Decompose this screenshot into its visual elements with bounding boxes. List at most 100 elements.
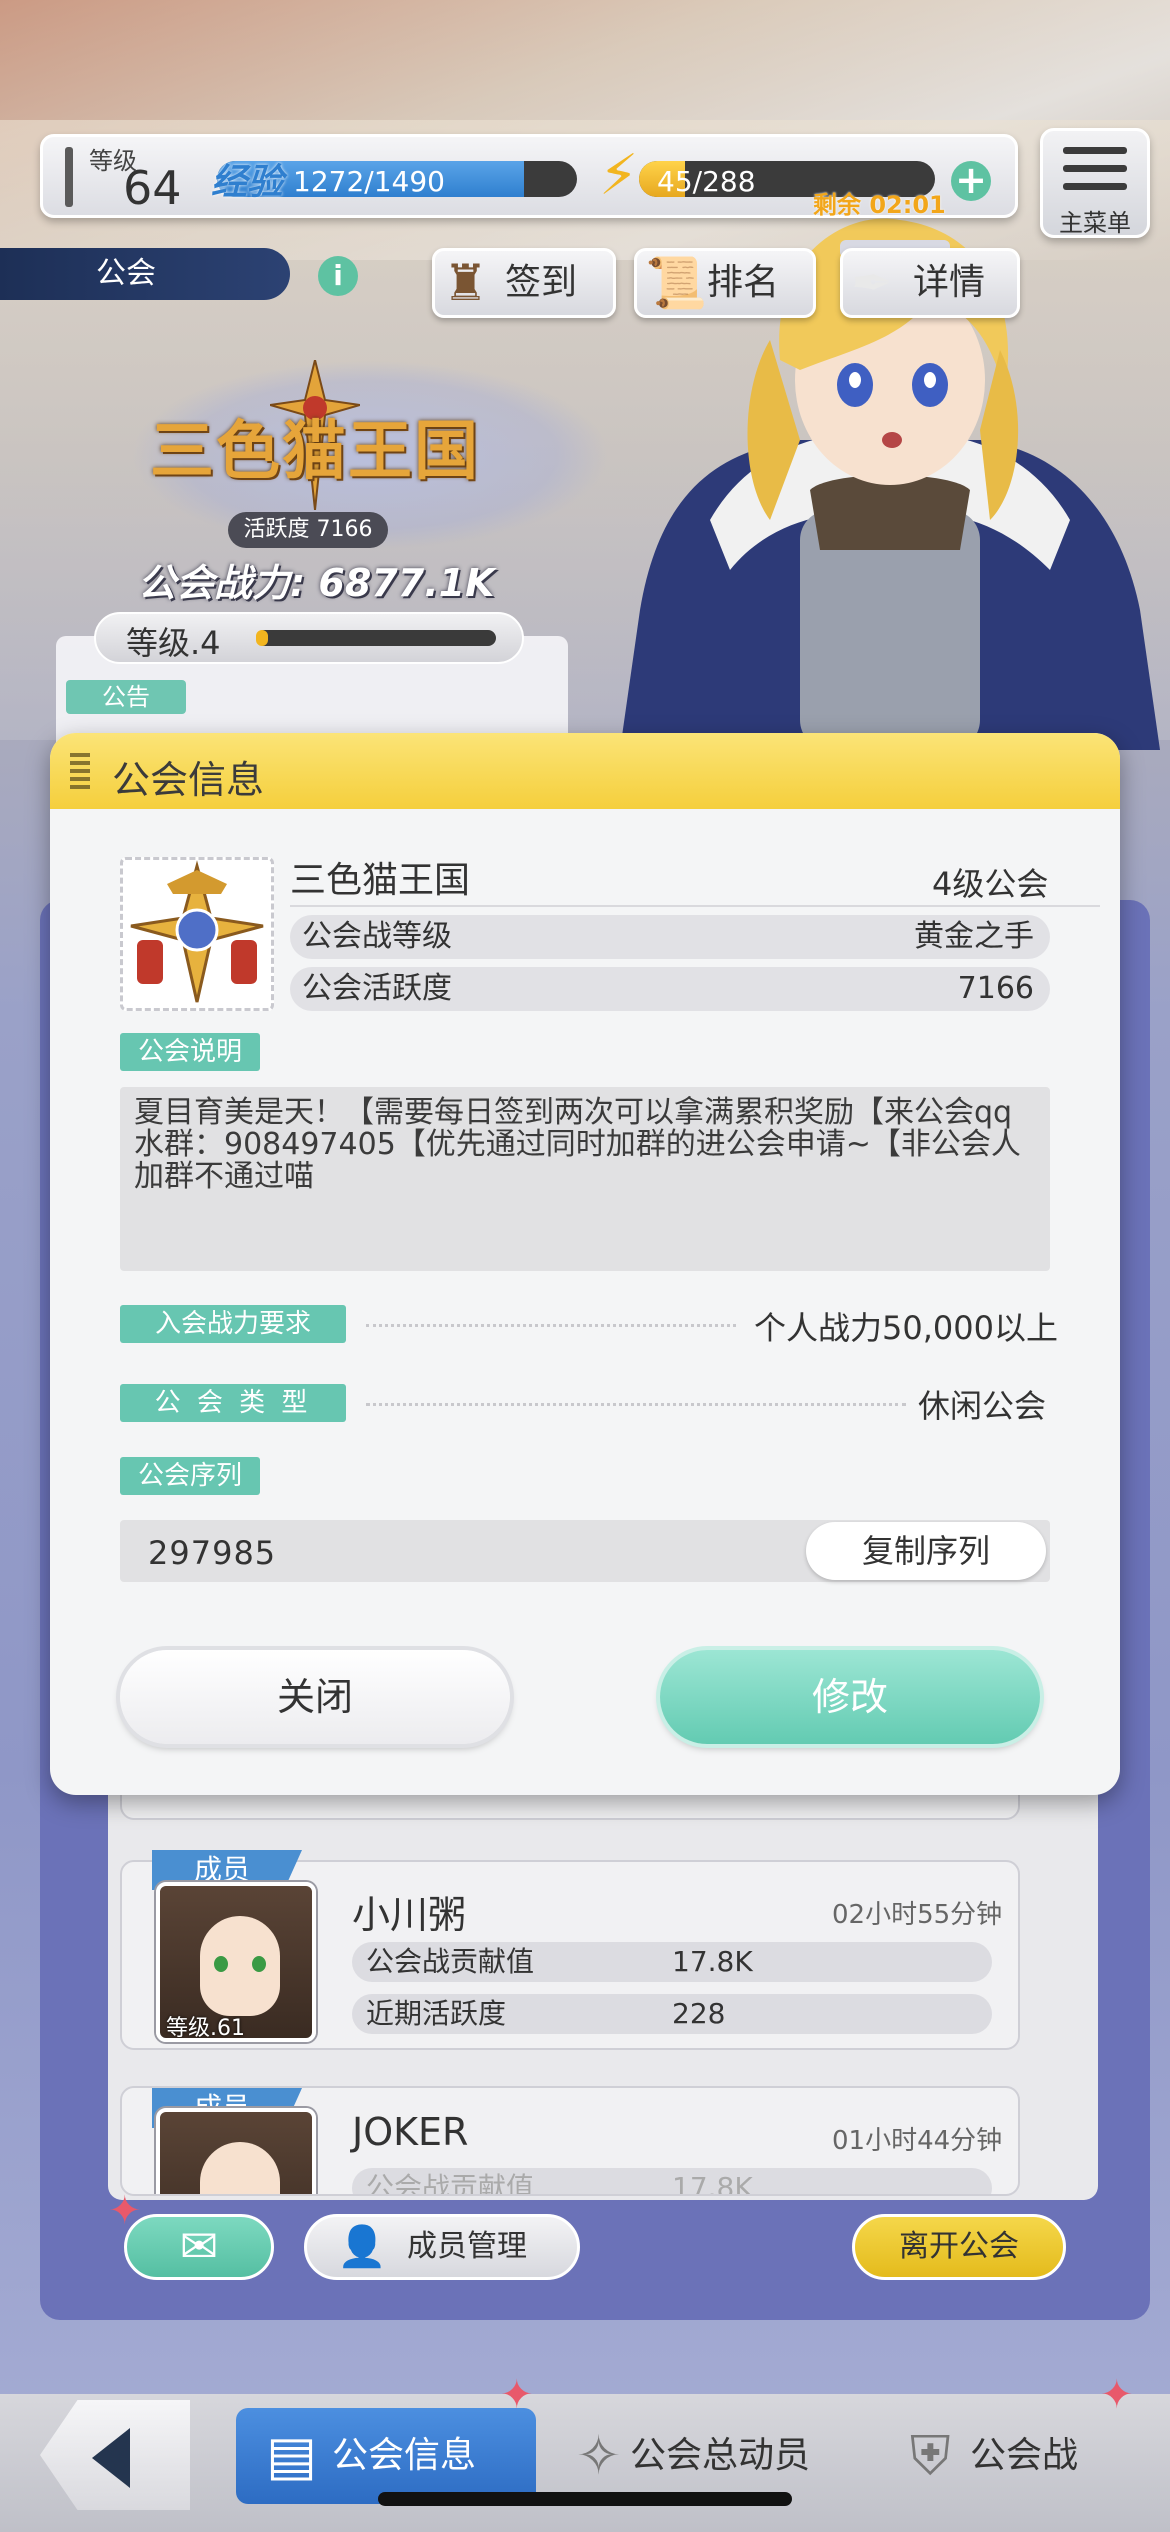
- details-label: 详情: [913, 262, 986, 303]
- member-management-button[interactable]: 👤 成员管理: [304, 2214, 580, 2280]
- grip-icon: [70, 753, 90, 789]
- avatar: 等级.61: [156, 1882, 316, 2042]
- tab-guild-war-label: 公会战: [970, 2435, 1079, 2476]
- sparkle-icon: ✦: [500, 2372, 534, 2418]
- avatar: [156, 2108, 316, 2194]
- guild-type-tag: 公 会 类 型: [120, 1384, 346, 1422]
- avatar-face: [200, 2142, 280, 2194]
- member-contribution-row: 公会战贡献值 17.8K: [352, 2168, 992, 2196]
- home-indicator[interactable]: [378, 2492, 792, 2506]
- avatar-face: [200, 1916, 280, 2016]
- guild-section-tag: 公会: [0, 248, 290, 300]
- guild-war-level-value: 黄金之手: [914, 919, 1034, 954]
- shield-icon: ⛨: [910, 2424, 951, 2487]
- description-tag: 公会说明: [120, 1033, 260, 1071]
- copy-serial-button[interactable]: 复制序列: [806, 1522, 1046, 1580]
- member-name: 小川粥: [352, 1893, 467, 1937]
- document-icon: ▤: [266, 2424, 318, 2487]
- ranking-label: 排名: [707, 262, 780, 303]
- hamburger-icon-line: [1063, 183, 1127, 190]
- stamp-icon: ♜: [443, 254, 488, 312]
- member-last-online: 02小时55分钟: [832, 1900, 1003, 1930]
- serial-tag: 公会序列: [120, 1457, 260, 1495]
- dialog-guild-name: 三色猫王国: [290, 860, 471, 901]
- list-item[interactable]: 成员 等级.61 小川粥 02小时55分钟 公会战贡献值 17.8K 近期活跃度…: [120, 1850, 1020, 2050]
- add-stamina-button[interactable]: +: [951, 161, 991, 201]
- guild-info-dialog: 公会信息 三色猫王国 4级公会 公会战等级 黄金之手 公会活跃度 7166 公会…: [50, 733, 1120, 1795]
- info-icon[interactable]: i: [318, 256, 358, 296]
- tab-guild-info[interactable]: ▤ 公会信息: [236, 2408, 536, 2504]
- list-item[interactable]: 成员 JOKER 01小时44分钟 公会战贡献值 17.8K: [120, 2086, 1020, 2196]
- mail-button[interactable]: ✉: [124, 2214, 274, 2280]
- level-value: 64: [123, 161, 182, 215]
- hamburger-icon: [1063, 147, 1127, 154]
- member-level: 等级.61: [166, 2016, 245, 2041]
- checkin-label: 签到: [505, 262, 578, 303]
- member-name: JOKER: [352, 2110, 469, 2154]
- serial-field: 297985 复制序列: [120, 1520, 1050, 1582]
- activity-label: 近期活跃度: [366, 1997, 507, 2030]
- dotted-leader: [366, 1403, 906, 1406]
- guild-activity-row: 公会活跃度 7166: [290, 967, 1050, 1011]
- main-menu-button[interactable]: 主菜单: [1040, 128, 1150, 238]
- avatar-eye: [214, 1956, 228, 1972]
- close-button[interactable]: 关闭: [120, 1650, 510, 1744]
- dotted-leader: [366, 1324, 736, 1327]
- contribution-label: 公会战贡献值: [366, 2171, 535, 2196]
- activity-value: 228: [672, 1997, 726, 2030]
- back-arrow-icon: [92, 2428, 130, 2488]
- exp-label: 经验: [211, 162, 284, 203]
- ranking-button[interactable]: 📜 排名: [634, 248, 816, 318]
- guild-type-value: 休闲公会: [918, 1387, 1047, 1425]
- contribution-value: 17.8K: [672, 2171, 753, 2196]
- tab-guild-mobilization-label: 公会总动员: [630, 2435, 811, 2476]
- guild-activity-value: 7166: [957, 971, 1034, 1006]
- details-button[interactable]: ✒ 详情: [840, 248, 1020, 318]
- tab-guild-war[interactable]: ⛨ 公会战: [880, 2408, 1130, 2504]
- divider: [290, 905, 1100, 907]
- leave-guild-button[interactable]: 离开公会: [852, 2214, 1066, 2280]
- guild-war-level-row: 公会战等级 黄金之手: [290, 915, 1050, 959]
- guild-crest-icon: [130, 860, 264, 1003]
- dialog-header: 公会信息: [50, 733, 1120, 809]
- contribution-value: 17.8K: [672, 1945, 753, 1978]
- dialog-title: 公会信息: [112, 758, 265, 802]
- guild-war-level-label: 公会战等级: [302, 919, 452, 954]
- notice-tag: 公告: [66, 680, 186, 714]
- guild-power: 公会战力: 6877.1K: [138, 561, 495, 605]
- dialog-guild-level: 4级公会: [932, 865, 1049, 903]
- member-activity-row: 近期活跃度 228: [352, 1994, 992, 2034]
- guild-emblem: [120, 857, 274, 1011]
- level-divider: [65, 147, 73, 207]
- guild-description: 夏目育美是天！【需要每日签到两次可以拿满累积奖励【来公会qq水群：9084974…: [120, 1087, 1050, 1271]
- quill-icon: ✒: [851, 254, 893, 312]
- guild-level-fill: [256, 630, 268, 646]
- exp-value: 1272/1490: [293, 165, 445, 198]
- modify-button[interactable]: 修改: [660, 1650, 1040, 1744]
- stamina-timer: 剩余 02:01: [813, 191, 946, 219]
- person-icon: 👤: [337, 2224, 387, 2270]
- member-contribution-row: 公会战贡献值 17.8K: [352, 1942, 992, 1982]
- serial-value: 297985: [148, 1534, 277, 1572]
- guild-activity-badge: 活跃度 7166: [228, 512, 388, 548]
- hamburger-icon-line: [1063, 165, 1127, 172]
- tab-guild-info-label: 公会信息: [332, 2435, 477, 2476]
- envelope-icon: ✉: [179, 2219, 219, 2273]
- player-status-bar: 等级 64 经验 1272/1490 ⚡ 45/288 剩余 02:01 +: [40, 134, 1018, 219]
- tab-guild-mobilization[interactable]: ✧ 公会总动员: [570, 2408, 870, 2504]
- member-last-online: 01小时44分钟: [832, 2126, 1003, 2156]
- avatar-eye: [252, 1956, 266, 1972]
- lightning-icon: ⚡: [599, 143, 639, 208]
- guild-name-title: 三色猫王国: [150, 415, 480, 489]
- member-management-label: 成员管理: [407, 2229, 527, 2264]
- stamina-value: 45/288: [657, 165, 756, 198]
- checkin-button[interactable]: ♜ 签到: [432, 248, 616, 318]
- main-menu-label: 主菜单: [1059, 209, 1131, 237]
- guild-level-track: [256, 630, 496, 646]
- power-requirement-value: 个人战力50,000以上: [754, 1309, 1058, 1347]
- star-badge-icon: ✧: [576, 2424, 622, 2487]
- scroll-icon: 📜: [645, 254, 708, 312]
- contribution-label: 公会战贡献值: [366, 1945, 535, 1978]
- power-requirement-tag: 入会战力要求: [120, 1305, 346, 1343]
- guild-level-bar: 等级.4: [94, 612, 524, 664]
